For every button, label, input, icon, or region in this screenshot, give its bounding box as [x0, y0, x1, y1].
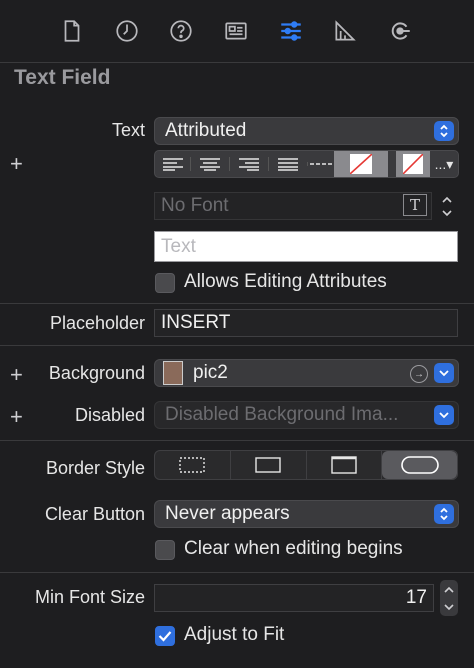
- align-left-icon[interactable]: [155, 157, 190, 171]
- divider: [0, 303, 474, 304]
- min-font-size-value: 17: [405, 587, 427, 608]
- help-icon[interactable]: [167, 17, 195, 45]
- text-input-placeholder: Text: [161, 235, 196, 257]
- attributed-formatting-bar: ...▾: [154, 150, 459, 178]
- allows-editing-checkbox[interactable]: [155, 273, 175, 293]
- clear-when-editing-checkbox[interactable]: [155, 540, 175, 560]
- font-size-stepper[interactable]: [438, 192, 456, 220]
- go-to-arrow-icon[interactable]: →: [410, 365, 428, 383]
- size-icon[interactable]: [331, 17, 359, 45]
- background-color-well[interactable]: [396, 151, 430, 177]
- align-center-icon[interactable]: [190, 157, 229, 171]
- chevron-down-icon: [434, 405, 454, 425]
- clear-when-editing-label: Clear when editing begins: [184, 538, 403, 559]
- border-rounded-option[interactable]: [382, 451, 457, 479]
- allows-editing-label: Allows Editing Attributes: [184, 271, 387, 292]
- history-icon[interactable]: [113, 17, 141, 45]
- font-value: No Font: [161, 195, 229, 216]
- connections-icon[interactable]: [386, 17, 414, 45]
- font-field[interactable]: No Font T: [154, 192, 432, 220]
- chevron-down-icon: [434, 363, 454, 383]
- text-input[interactable]: Text: [154, 231, 458, 262]
- text-color-well[interactable]: [334, 151, 388, 177]
- chevron-down-icon: [444, 603, 454, 610]
- more-options-icon[interactable]: ...▾: [430, 156, 458, 173]
- placeholder-field[interactable]: INSERT: [154, 309, 458, 337]
- chevron-up-icon: [444, 586, 454, 593]
- checkmark-icon: [158, 631, 172, 642]
- text-type-popup[interactable]: Attributed: [154, 117, 459, 145]
- inspector-toolbar: [0, 0, 474, 63]
- placeholder-value: INSERT: [161, 312, 231, 333]
- align-right-icon[interactable]: [229, 157, 268, 171]
- add-background-variation-icon[interactable]: +: [10, 362, 23, 388]
- divider: [0, 572, 474, 573]
- identity-icon[interactable]: [222, 17, 250, 45]
- border-bezel-option[interactable]: [307, 451, 383, 479]
- border-style-label: Border Style: [45, 458, 145, 478]
- chevron-down-icon: [442, 209, 452, 216]
- disabled-image-popup[interactable]: Disabled Background Ima...: [154, 401, 459, 429]
- clear-button-popup[interactable]: Never appears: [154, 500, 459, 528]
- min-font-size-field[interactable]: 17: [154, 584, 434, 612]
- background-label: Background: [48, 363, 145, 383]
- min-font-size-label: Min Font Size: [34, 587, 145, 607]
- text-type-value: Attributed: [165, 120, 247, 141]
- chevron-updown-icon: [434, 121, 454, 141]
- background-image-popup[interactable]: pic2 →: [154, 359, 459, 387]
- section-title: Text Field: [14, 66, 111, 89]
- dashed-line-icon[interactable]: [307, 162, 334, 166]
- align-justify-icon[interactable]: [268, 157, 307, 171]
- background-value: pic2: [193, 362, 228, 383]
- file-icon[interactable]: [58, 17, 86, 45]
- text-label: Text: [111, 120, 145, 140]
- add-disabled-variation-icon[interactable]: +: [10, 404, 23, 430]
- placeholder-label: Placeholder: [49, 313, 145, 333]
- chevron-up-icon: [442, 196, 452, 203]
- clear-button-value: Never appears: [165, 503, 290, 524]
- divider: [0, 440, 474, 441]
- clear-button-label: Clear Button: [44, 504, 145, 524]
- disabled-value: Disabled Background Ima...: [165, 404, 399, 425]
- border-style-segmented[interactable]: [154, 450, 458, 480]
- border-none-option[interactable]: [155, 451, 231, 479]
- font-picker-icon[interactable]: T: [403, 194, 427, 216]
- adjust-to-fit-label: Adjust to Fit: [184, 624, 285, 645]
- add-variation-icon[interactable]: +: [10, 151, 23, 177]
- attributes-icon[interactable]: [277, 17, 305, 45]
- min-font-size-stepper[interactable]: [440, 580, 458, 616]
- border-line-option[interactable]: [231, 451, 307, 479]
- adjust-to-fit-checkbox[interactable]: [155, 626, 175, 646]
- divider: [0, 345, 474, 346]
- image-thumbnail-icon: [163, 361, 183, 385]
- disabled-label: Disabled: [74, 405, 145, 425]
- chevron-updown-icon: [434, 504, 454, 524]
